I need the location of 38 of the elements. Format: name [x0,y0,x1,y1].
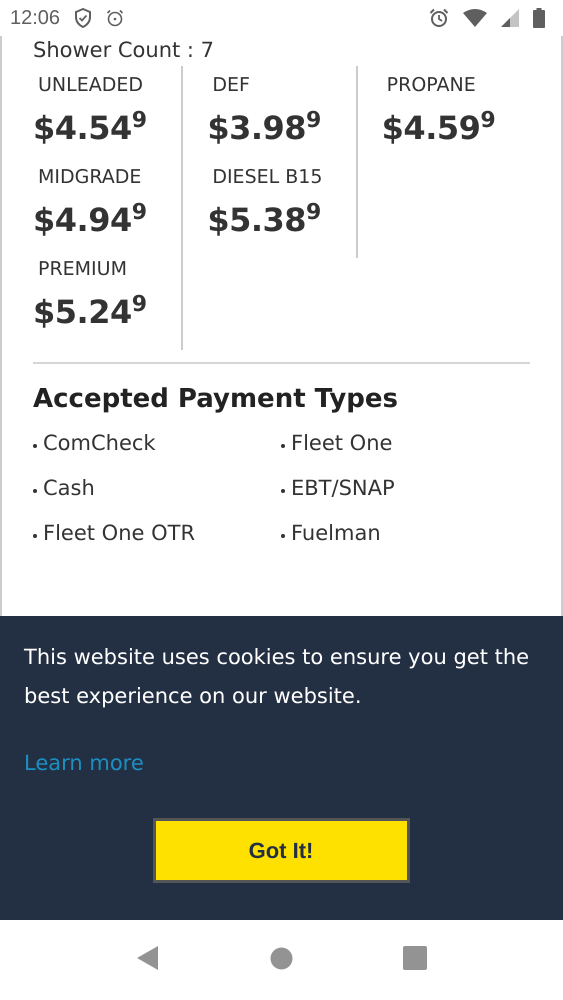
learn-more-link[interactable]: Learn more [24,748,144,778]
payment-type: Fuelman [291,520,381,547]
fuel-price: $4.54$^{9}$ [33,107,147,149]
fuel-price: $4.94$^{9}$ [33,199,147,241]
bullet-icon [33,534,37,538]
bullet-icon [33,488,37,492]
alarm-icon [429,8,449,28]
wifi-icon [463,9,487,27]
got-it-button[interactable]: Got It! [152,818,410,883]
payment-type: EBT/SNAP [291,475,395,502]
home-icon[interactable] [270,946,293,970]
fuel-price: $5.38$^{9}$ [207,199,321,241]
bullet-icon [281,488,285,492]
bullet-icon [281,444,285,448]
shower-count: Shower Count : 7 [33,37,216,64]
payment-type: Cash [43,475,95,502]
bullet-icon [33,444,37,448]
fuel-price: $3.98$^{9}$ [207,107,321,149]
fuel-price: $5.24$^{9}$ [33,291,147,333]
payment-type: ComCheck [43,430,156,457]
fuel-label: PREMIUM [38,257,127,282]
fuel-label: DEF [212,73,250,98]
payment-type: Fleet One OTR [43,520,196,547]
back-icon[interactable] [136,945,160,971]
battery-icon [533,8,545,28]
payment-type: Fleet One [291,430,392,457]
fuel-label: PROPANE [386,73,476,98]
signal-icon [501,9,519,27]
bullet-icon [281,534,285,538]
fuel-label: MIDGRADE [38,165,142,190]
fuel-label: DIESEL B15 [212,165,322,190]
shield-icon [74,8,92,28]
section-heading: Accepted Payment Types [33,384,400,414]
fuel-label: UNLEADED [38,73,143,98]
fuel-price: $4.59$^{9}$ [382,107,496,149]
cookie-message: This website uses cookies to ensure you get the best experience on our website. [24,644,530,710]
alarm-icon [106,9,124,27]
status-time: 12:06 [10,6,60,30]
